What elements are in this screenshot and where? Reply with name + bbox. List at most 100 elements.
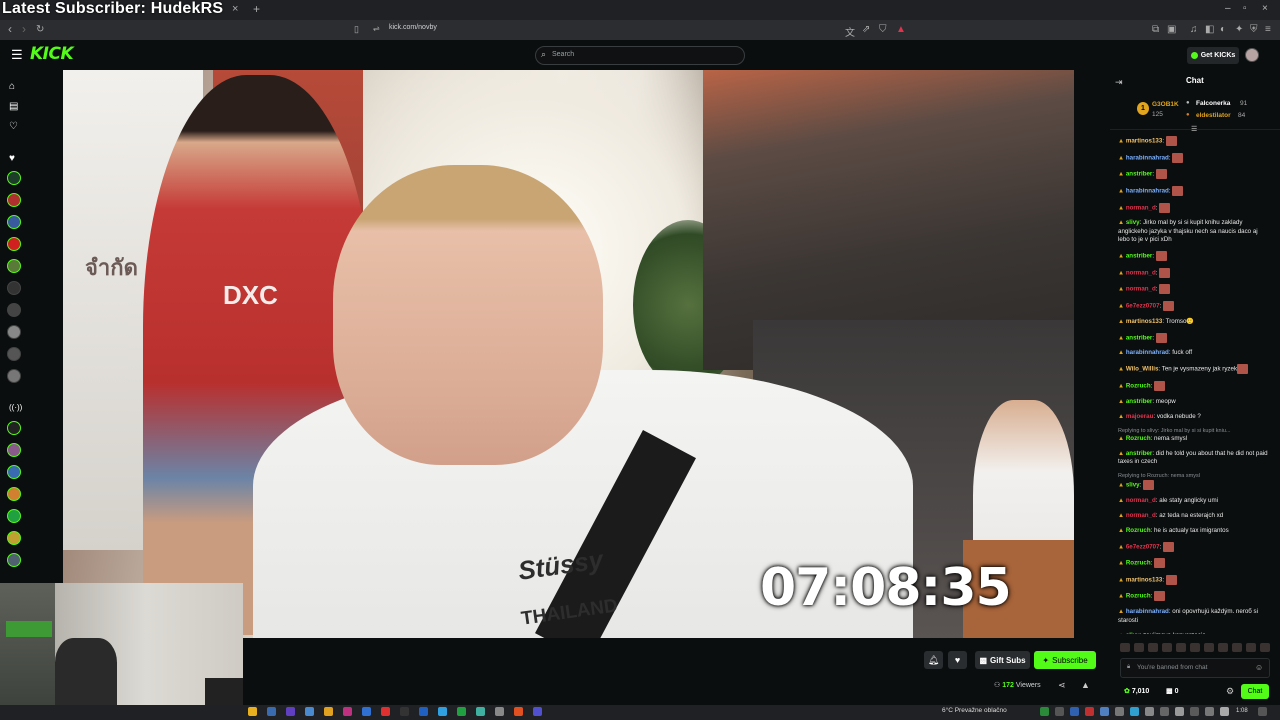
followed-channel-avatar[interactable] <box>7 281 21 295</box>
recommended-channel-avatar[interactable] <box>7 553 21 567</box>
chat-username[interactable]: anstriber <box>1126 171 1152 178</box>
video-player[interactable]: จำกัด DXC Stüssy THAILAND <box>63 70 1074 638</box>
window-minimize-icon[interactable]: – <box>1225 3 1231 14</box>
chat-username[interactable]: harabinnahrad <box>1126 608 1169 615</box>
forward-icon[interactable]: › <box>22 22 26 36</box>
chat-reply-context[interactable]: Replying to Rozruch: nema smysl <box>1118 473 1270 480</box>
share-icon[interactable]: ⋖ <box>1058 680 1066 691</box>
chat-username[interactable]: martinos133 <box>1126 576 1162 583</box>
gift-subs-button[interactable]: ▩ Gift Subs <box>975 651 1030 669</box>
chat-username[interactable]: martinos133 <box>1126 138 1162 145</box>
chat-emote[interactable] <box>1159 284 1171 295</box>
taskbar-app-icon[interactable] <box>248 707 257 716</box>
emote[interactable] <box>1260 643 1270 652</box>
tray-icon[interactable] <box>1205 707 1214 716</box>
recommended-channel-avatar[interactable] <box>7 487 21 501</box>
share-icon[interactable]: ⇗ <box>862 24 870 35</box>
channel-points[interactable]: ✿ 7,010 <box>1124 687 1149 695</box>
followed-channel-avatar[interactable] <box>7 303 21 317</box>
taskbar-app-icon[interactable] <box>267 707 276 716</box>
recommended-channel-avatar[interactable] <box>7 509 21 523</box>
chat-emote[interactable] <box>1159 267 1171 278</box>
home-icon[interactable]: ⌂ <box>9 81 15 92</box>
chat-username[interactable]: slivy <box>1126 482 1140 489</box>
reload-icon[interactable]: ↻ <box>36 24 44 35</box>
chat-username[interactable]: Rozruch <box>1126 383 1151 390</box>
follow-button[interactable]: ♥ <box>948 651 967 669</box>
taskbar-app-icon[interactable] <box>495 707 504 716</box>
report-icon[interactable]: ▲ <box>1081 680 1090 690</box>
window-maximize-icon[interactable]: ▫ <box>1243 3 1247 14</box>
shield-icon[interactable]: ⛉ <box>879 24 887 35</box>
chat-username[interactable]: Wilo_Willis <box>1126 366 1159 373</box>
taskbar-app-icon[interactable] <box>419 707 428 716</box>
chat-emote[interactable] <box>1155 251 1167 262</box>
taskbar-app-icon[interactable] <box>400 707 409 716</box>
sidebar-icon[interactable]: ◧ <box>1205 24 1214 35</box>
chat-username[interactable]: norman_d <box>1126 204 1156 211</box>
followed-channel-avatar[interactable] <box>7 369 21 383</box>
extensions-icon[interactable]: ⧉ <box>1152 24 1159 35</box>
emote[interactable] <box>1134 643 1144 652</box>
expand-leaderboard-icon[interactable]: ☰ <box>1191 125 1197 133</box>
tray-icon[interactable] <box>1085 707 1094 716</box>
emote-picker-icon[interactable]: ☺ <box>1255 663 1263 672</box>
emote[interactable] <box>1204 643 1214 652</box>
tray-icon[interactable] <box>1160 707 1169 716</box>
taskbar-app-icon[interactable] <box>324 707 333 716</box>
following-icon[interactable]: ♡ <box>9 121 18 132</box>
followed-channel-avatar[interactable] <box>7 259 21 273</box>
browse-icon[interactable]: ▤ <box>9 101 18 112</box>
emote[interactable] <box>1176 643 1186 652</box>
chat-username[interactable]: slivy <box>1126 219 1140 226</box>
notification-icon[interactable] <box>1258 707 1267 716</box>
leaderboard-third-name[interactable]: eldestilator <box>1196 112 1231 119</box>
chat-emote[interactable] <box>1165 574 1177 585</box>
gift-count[interactable]: ▩ 0 <box>1166 687 1178 695</box>
tray-icon[interactable] <box>1175 707 1184 716</box>
tray-icon[interactable] <box>1100 707 1109 716</box>
tray-icon[interactable] <box>1055 707 1064 716</box>
taskbar-app-icon[interactable] <box>533 707 542 716</box>
leo-icon[interactable]: ◐ <box>1220 24 1226 35</box>
menu-icon[interactable]: ≡ <box>1265 24 1271 35</box>
chat-username[interactable]: norman_d <box>1126 497 1156 504</box>
tray-icon[interactable] <box>1115 707 1124 716</box>
new-tab-icon[interactable]: + <box>253 2 260 16</box>
chat-emote[interactable] <box>1143 479 1155 490</box>
chat-emote[interactable] <box>1172 185 1184 196</box>
followed-channel-avatar[interactable] <box>7 325 21 339</box>
chat-emote[interactable] <box>1154 591 1166 602</box>
chat-username[interactable]: martinos133 <box>1126 318 1162 325</box>
puzzle-icon[interactable]: ✦ <box>1235 24 1243 35</box>
recommended-channel-avatar[interactable] <box>7 443 21 457</box>
tray-icon[interactable] <box>1190 707 1199 716</box>
emote[interactable] <box>1190 643 1200 652</box>
get-kicks-button[interactable]: Get KICKs <box>1187 47 1239 64</box>
chat-emote[interactable] <box>1159 202 1171 213</box>
site-info-icon[interactable]: ⇌ <box>373 24 380 33</box>
leaderboard-first-name[interactable]: G3OB1K <box>1152 101 1179 108</box>
notification-bell-button[interactable]: 🔔︎ <box>924 651 943 669</box>
emote[interactable] <box>1218 643 1228 652</box>
translate-icon[interactable]: 文 <box>845 24 855 39</box>
chat-username[interactable]: Rozruch <box>1126 527 1151 534</box>
bookmark-icon[interactable]: ▯ <box>354 24 359 35</box>
recommended-channel-avatar[interactable] <box>7 421 21 435</box>
back-icon[interactable]: ‹ <box>8 22 12 36</box>
chat-username[interactable]: anstriber <box>1126 398 1152 405</box>
tray-icon[interactable] <box>1130 707 1139 716</box>
url-field[interactable]: kick.com/novby <box>389 24 437 31</box>
chat-username[interactable]: anstriber <box>1126 450 1152 457</box>
chat-username[interactable]: 6e7ezz0707 <box>1126 543 1160 550</box>
chat-emote[interactable] <box>1172 152 1184 163</box>
followed-channel-avatar[interactable] <box>7 171 21 185</box>
followed-channel-avatar[interactable] <box>7 347 21 361</box>
taskbar-app-icon[interactable] <box>343 707 352 716</box>
recent-emotes-row[interactable] <box>1120 643 1272 652</box>
chat-emote[interactable] <box>1163 300 1175 311</box>
vpn-icon[interactable]: ⛨ <box>1250 24 1258 35</box>
brave-rewards-icon[interactable]: ▲ <box>896 24 906 35</box>
taskbar-app-icon[interactable] <box>381 707 390 716</box>
emote[interactable] <box>1246 643 1256 652</box>
